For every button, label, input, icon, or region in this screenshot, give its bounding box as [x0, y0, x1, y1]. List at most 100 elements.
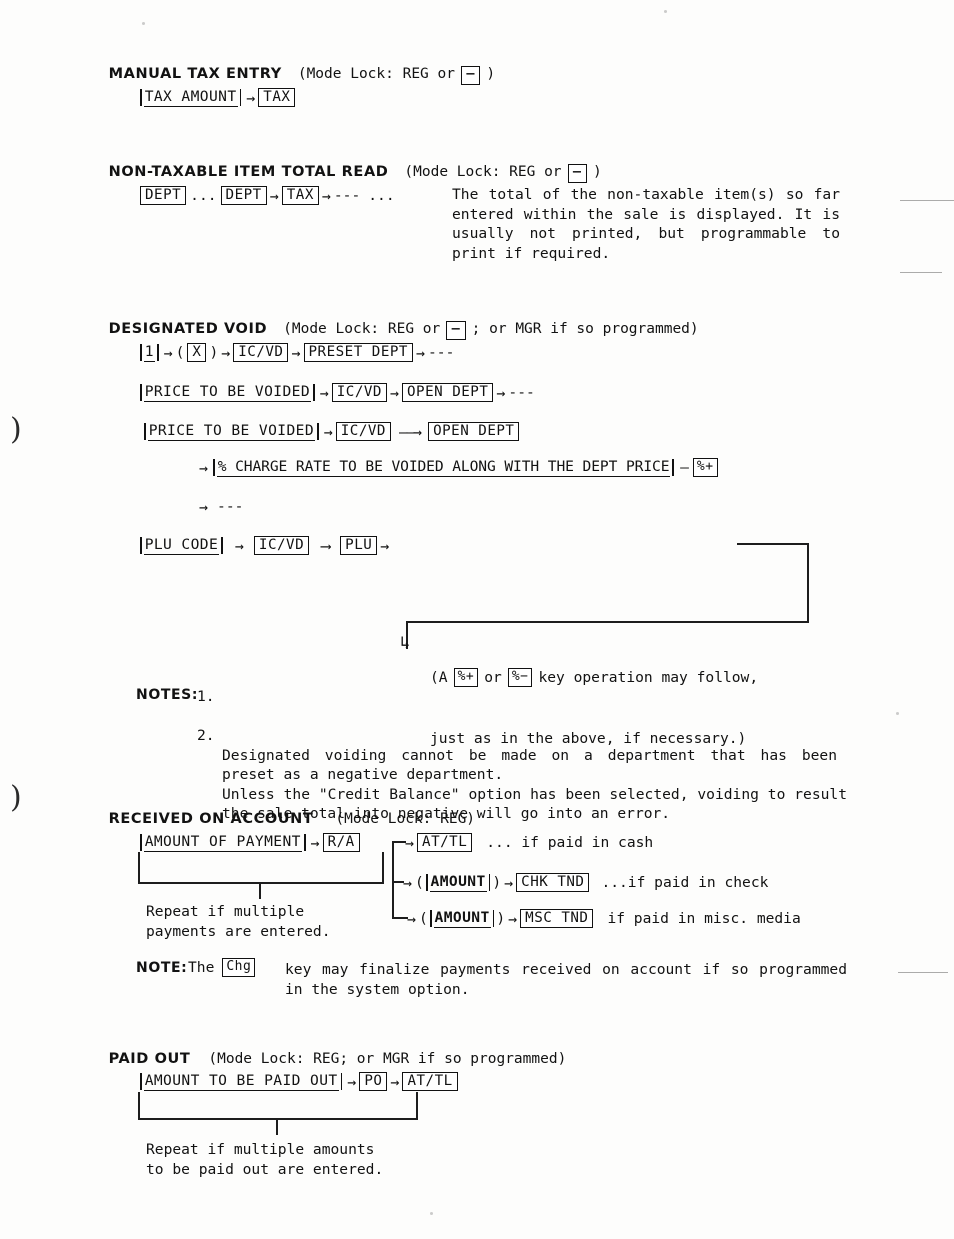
scan-speck-top-mid: [664, 10, 667, 13]
branch-note-misc: if paid in misc. media: [607, 910, 801, 927]
scan-artifact-right-note: [898, 972, 948, 974]
flow-non-taxable-read: DEPT ... DEPT → TAX → --- ...: [140, 186, 395, 205]
paren-close: ): [209, 344, 219, 361]
callout-connector-bottom: [406, 621, 809, 623]
key-percent-plus: %+: [453, 668, 479, 688]
non-taxable-title: NON-TAXABLE ITEM TOTAL READ: [108, 164, 389, 180]
arrow-icon: →: [389, 383, 400, 402]
paren-open: (: [415, 874, 424, 892]
mode-lock-minus-key-3: −: [446, 321, 466, 340]
branch-check: → ( AMOUNT ) → CHK TND ...if paid in che…: [400, 873, 768, 893]
arrow-icon: →: [407, 909, 417, 928]
flow-void-plu: PLU CODE → IC/VD ⟶ PLU →: [138, 536, 392, 555]
key-icvd: IC/VD: [335, 422, 391, 441]
arrow-icon: →: [319, 383, 329, 402]
notes-label-designated-void: NOTES:: [136, 687, 199, 703]
note-text-received-on-account: key may finalize payments received on ac…: [285, 961, 847, 998]
key-chg: Chg: [222, 958, 256, 978]
branch-note-cash: ... if paid in cash: [486, 834, 654, 851]
note-received-on-account-line1: The Chg: [188, 958, 263, 978]
entry-price-to-be-voided: PRICE TO BE VOIDED: [138, 383, 317, 402]
note-number: 1.: [197, 688, 215, 705]
scan-artifact-right-lower: [900, 272, 942, 274]
arrow-icon: →: [199, 497, 209, 516]
arrow-icon: →: [496, 383, 506, 402]
long-arrow-icon: ——→: [398, 422, 422, 441]
brace-right: [416, 1092, 418, 1120]
flow-void-percent-result: → ---: [196, 498, 243, 515]
paren-open: (: [175, 344, 185, 361]
non-taxable-mode-prefix: (Mode Lock: REG or: [404, 164, 562, 180]
display-dashes: ---: [217, 498, 244, 515]
arrow-icon: →: [504, 873, 514, 892]
key-attl: AT/TL: [417, 833, 473, 853]
dash-connector: —: [680, 459, 689, 476]
callout-line-1: (A %+ or %− key operation may follow,: [430, 668, 759, 688]
key-open-dept: OPEN DEPT: [402, 383, 494, 402]
key-icvd: IC/VD: [253, 536, 310, 555]
manual-tax-entry-mode-suffix: ): [486, 66, 496, 82]
designated-void-title: DESIGNATED VOID: [108, 321, 268, 337]
ellipsis-between-dept: ...: [190, 187, 217, 204]
brace-center-tick: [276, 1118, 278, 1135]
key-open-dept: OPEN DEPT: [428, 422, 520, 441]
flow-received-on-account: AMOUNT OF PAYMENT → R/A: [138, 833, 360, 852]
arrow-icon: →: [163, 343, 173, 362]
key-tax: TAX: [281, 186, 319, 205]
key-percent-plus: %+: [692, 458, 718, 477]
entry-price-to-be-voided: PRICE TO BE VOIDED: [142, 422, 321, 441]
branch-misc: → ( AMOUNT ) → MSC TND if paid in misc. …: [404, 909, 801, 929]
mode-lock-minus-key-1: −: [460, 66, 481, 85]
key-ra: R/A: [322, 833, 360, 852]
note-text-prefix: The: [188, 959, 215, 976]
designated-void-mode-prefix: (Mode Lock: REG or: [283, 321, 441, 337]
branch-cash: → AT/TL ... if paid in cash: [402, 833, 653, 853]
paren-close: ): [496, 910, 506, 928]
key-dept-first: DEPT: [140, 186, 187, 205]
arrow-icon: →: [508, 909, 518, 928]
brace-right: [382, 852, 384, 884]
flow-void-open-dept-percent: PRICE TO BE VOIDED → IC/VD ——→ OPEN DEPT: [142, 422, 520, 441]
margin-scan-mark-left-lower: ): [10, 780, 22, 815]
flow-void-preset-dept: 1 → ( X ) → IC/VD → PRESET DEPT → ---: [138, 343, 454, 362]
arrow-icon: →: [291, 343, 301, 362]
paren-close: ): [492, 874, 502, 892]
key-preset-dept: PRESET DEPT: [303, 343, 413, 362]
arrow-icon: →: [323, 422, 333, 441]
brace-center-tick: [259, 882, 261, 899]
document-page: ) ) MANUAL TAX ENTRY (Mode Lock: REG or −)…: [0, 0, 954, 1239]
entry-percent-charge-rate: % CHARGE RATE TO BE VOIDED ALONG WITH TH…: [211, 458, 676, 477]
manual-tax-entry-mode-prefix: (Mode Lock: REG or: [297, 66, 455, 82]
key-msc-tnd: MSC TND: [520, 909, 594, 929]
key-po: PO: [359, 1072, 388, 1091]
display-dashes: ---: [333, 187, 361, 204]
entry-plu-code: PLU CODE: [138, 536, 225, 555]
manual-tax-entry-title: MANUAL TAX ENTRY: [108, 66, 282, 82]
arrow-icon: →: [234, 536, 244, 555]
arrow-icon: →: [390, 1072, 400, 1091]
arrow-icon: →: [321, 186, 331, 205]
brace-bottom: [138, 1118, 418, 1120]
key-plu: PLU: [340, 536, 378, 555]
brace-left: [138, 852, 140, 884]
entry-amount-misc: AMOUNT: [428, 909, 497, 928]
mode-lock-minus-key-2: −: [567, 164, 587, 183]
arrow-icon: →: [310, 833, 320, 852]
paid-out-title: PAID OUT: [108, 1051, 191, 1067]
repeat-note-received-on-account: Repeat if multiple payments are entered.: [146, 903, 331, 940]
non-taxable-mode-suffix: ): [592, 164, 602, 180]
entry-tax-amount: TAX AMOUNT: [138, 88, 243, 107]
callout-connector-top: [737, 543, 809, 545]
note-label-received-on-account: NOTE:: [136, 960, 188, 976]
scan-artifact-right-upper: [900, 200, 954, 202]
arrow-icon: →: [405, 833, 415, 852]
paid-out-mode: (Mode Lock: REG; or MGR if so programmed…: [208, 1051, 567, 1067]
key-icvd: IC/VD: [233, 343, 289, 362]
non-taxable-description: The total of the non-taxable item(s) so …: [452, 186, 840, 262]
long-arrow-icon: ⟶: [321, 536, 330, 555]
ellipsis-trailing: ...: [368, 187, 395, 204]
branch-note-check: ...if paid in check: [601, 874, 769, 891]
arrow-icon: →: [347, 1072, 357, 1091]
received-on-account-mode: (Mode Lock: REG): [335, 811, 476, 827]
flow-manual-tax-entry: TAX AMOUNT → TAX: [138, 88, 296, 107]
